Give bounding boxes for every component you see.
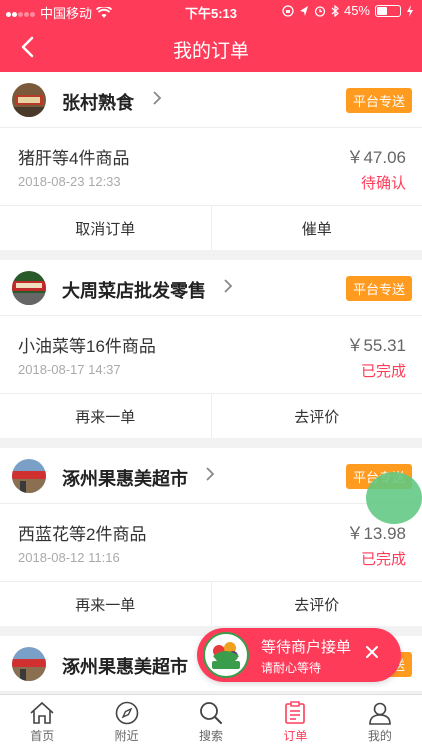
urge-order-button[interactable]: 催单 — [210, 206, 422, 250]
goods-summary: 小油菜等16件商品 — [18, 337, 156, 356]
charging-icon — [407, 4, 413, 17]
page-title: 我的订单 — [172, 41, 249, 62]
order-card: 大周菜店批发零售 平台专送 小油菜等16件商品 2018-08-17 14:37… — [0, 260, 422, 438]
reorder-button[interactable]: 再来一单 — [0, 394, 211, 438]
bluetooth-icon — [331, 4, 339, 17]
order-price: ￥55.31 — [346, 336, 406, 355]
location-icon — [299, 5, 308, 16]
order-card: 张村熟食 平台专送 猪肝等4件商品 2018-08-23 12:33 ￥47.0… — [0, 72, 422, 250]
order-status: 已完成 — [360, 363, 406, 380]
chevron-right-icon — [206, 467, 215, 481]
shop-name: 大周菜店批发零售 — [62, 281, 206, 301]
tab-orders[interactable]: 订单 — [253, 695, 337, 750]
store-logo — [203, 632, 249, 678]
order-status: 待确认 — [360, 175, 406, 192]
shop-logo — [12, 83, 46, 117]
shop-name: 涿州果惠美超市 — [62, 657, 188, 677]
order-card: 涿州果惠美超市 平台专送 西蓝花等2件商品 2018-08-12 11:16 ￥… — [0, 448, 422, 626]
home-icon — [30, 701, 54, 724]
shop-logo — [12, 647, 46, 681]
delivery-tag: 平台专送 — [345, 276, 412, 301]
shop-row[interactable]: 大周菜店批发零售 平台专送 — [0, 260, 422, 316]
battery-icon — [375, 4, 401, 17]
lock-rotation-icon — [282, 4, 294, 17]
order-list[interactable]: 张村熟食 平台专送 猪肝等4件商品 2018-08-23 12:33 ￥47.0… — [0, 72, 422, 694]
close-icon[interactable] — [365, 645, 379, 659]
order-actions: 取消订单 催单 — [0, 206, 422, 250]
tab-nearby[interactable]: 附近 — [84, 695, 168, 750]
battery-percent: 45% — [343, 3, 370, 18]
order-icon — [285, 701, 306, 724]
status-bar: 中国移动 下午5:13 45% — [0, 0, 422, 22]
order-info[interactable]: 小油菜等16件商品 2018-08-17 14:37 ￥55.31 已完成 — [0, 316, 422, 394]
tab-label: 我的 — [367, 729, 392, 743]
compass-icon — [115, 701, 138, 725]
alarm-icon — [314, 5, 326, 17]
shop-name: 张村熟食 — [62, 93, 134, 113]
reorder-button[interactable]: 再来一单 — [0, 582, 211, 626]
order-info[interactable]: 西蓝花等2件商品 2018-08-12 11:16 ￥13.98 已完成 — [0, 504, 422, 582]
review-button[interactable]: 去评价 — [210, 582, 422, 626]
tab-search[interactable]: 搜索 — [169, 695, 253, 750]
status-right: 45% — [282, 3, 414, 18]
shop-logo — [12, 459, 46, 493]
order-actions: 再来一单 去评价 — [0, 394, 422, 438]
tab-bar: 首页 附近 搜索 订单 我的 — [0, 694, 422, 750]
user-icon — [369, 702, 391, 725]
shop-name: 涿州果惠美超市 — [62, 469, 188, 489]
shop-logo — [12, 271, 46, 305]
review-button[interactable]: 去评价 — [210, 394, 422, 438]
cancel-order-button[interactable]: 取消订单 — [0, 206, 211, 250]
tab-profile[interactable]: 我的 — [338, 695, 422, 750]
shop-row[interactable]: 张村熟食 平台专送 — [0, 72, 422, 128]
tab-home[interactable]: 首页 — [0, 695, 84, 750]
tab-label: 搜索 — [199, 729, 224, 743]
toast-title: 等待商户接单 — [261, 639, 352, 656]
chevron-right-icon — [224, 279, 233, 293]
order-time: 2018-08-23 12:33 — [18, 174, 121, 189]
floating-assist-button[interactable] — [366, 472, 422, 524]
goods-summary: 西蓝花等2件商品 — [18, 525, 147, 544]
order-price: ￥47.06 — [346, 148, 406, 167]
delivery-tag: 平台专送 — [345, 88, 412, 113]
tab-label: 附近 — [114, 729, 139, 743]
goods-summary: 猪肝等4件商品 — [18, 149, 130, 168]
order-time: 2018-08-12 11:16 — [18, 550, 120, 565]
search-icon — [200, 702, 223, 724]
order-time: 2018-08-17 14:37 — [18, 362, 121, 377]
order-status-toast[interactable]: 等待商户接单 请耐心等待 — [197, 628, 401, 682]
order-info[interactable]: 猪肝等4件商品 2018-08-23 12:33 ￥47.06 待确认 — [0, 128, 422, 206]
order-actions: 再来一单 去评价 — [0, 582, 422, 626]
tab-label: 首页 — [30, 729, 55, 743]
header: 我的订单 — [0, 22, 422, 72]
shop-row[interactable]: 涿州果惠美超市 平台专送 — [0, 448, 422, 504]
toast-subtitle: 请耐心等待 — [261, 661, 322, 675]
order-status: 已完成 — [360, 551, 406, 568]
tab-label: 订单 — [283, 729, 308, 743]
chevron-right-icon — [153, 91, 162, 105]
